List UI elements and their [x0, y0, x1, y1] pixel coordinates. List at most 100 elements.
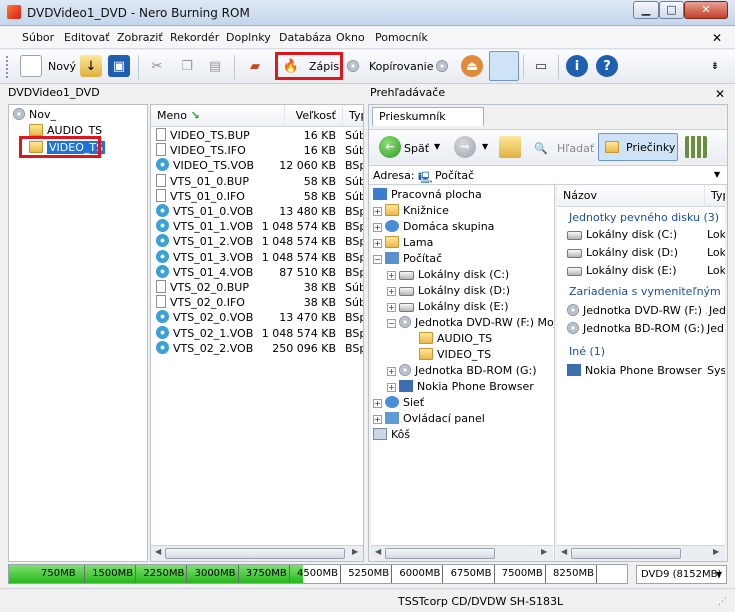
- expand-icon[interactable]: +: [373, 399, 382, 408]
- column-header-name[interactable]: Názov: [557, 185, 705, 207]
- file-row[interactable]: VTS_01_2.VOB 1 048 574 KB BSp: [151, 234, 363, 249]
- save-icon[interactable]: ▣: [108, 55, 130, 77]
- file-row[interactable]: VTS_01_3.VOB 1 048 574 KB BSp: [151, 249, 363, 265]
- tree-audio-ts[interactable]: AUDIO_TS: [419, 331, 492, 347]
- back-arrow-icon[interactable]: ←: [379, 136, 401, 158]
- copy-disc-label[interactable]: Kopírovanie: [369, 60, 434, 73]
- minimize-button[interactable]: ▁: [633, 1, 659, 19]
- tree-dvd-rw[interactable]: − Jednotka DVD-RW (F:) Mojse: [387, 315, 554, 331]
- group-removable[interactable]: Zariadenia s vymeniteľným ukladacím: [569, 285, 725, 298]
- eject-icon[interactable]: ⏏: [461, 55, 483, 77]
- open-icon[interactable]: ↓: [80, 55, 102, 77]
- expand-icon[interactable]: +: [387, 271, 396, 280]
- scroll-thumb[interactable]: [571, 548, 681, 559]
- list-item-disk-c[interactable]: Lokálny disk (C:) Lok: [567, 227, 725, 243]
- back-button-label[interactable]: Späť: [404, 142, 429, 155]
- new-button-label[interactable]: Nový: [48, 60, 76, 73]
- expand-icon[interactable]: +: [387, 303, 396, 312]
- scroll-right-icon[interactable]: ▶: [541, 547, 547, 556]
- tree-video-ts[interactable]: VIDEO_TS: [419, 347, 491, 363]
- menu-editovat[interactable]: Editovať: [64, 31, 110, 44]
- forward-dropdown-icon[interactable]: ▼: [482, 142, 488, 151]
- tree-disk-e[interactable]: + Lokálny disk (E:): [387, 299, 509, 315]
- collapse-icon[interactable]: −: [387, 319, 396, 328]
- tree-homegroup[interactable]: + Domáca skupina: [373, 219, 494, 235]
- folder-up-icon[interactable]: [499, 136, 521, 158]
- file-row[interactable]: VIDEO_TS.BUP 16 KB Súb: [151, 128, 363, 143]
- scroll-right-icon[interactable]: ▶: [713, 547, 719, 556]
- menu-okno[interactable]: Okno: [336, 31, 365, 44]
- copy-icon[interactable]: ❐: [176, 55, 198, 77]
- expand-icon[interactable]: +: [373, 223, 382, 232]
- tree-network[interactable]: + Sieť: [373, 395, 424, 411]
- column-header-type[interactable]: Typ: [343, 105, 363, 127]
- tree-libraries[interactable]: + Knižnice: [373, 203, 449, 219]
- search-icon[interactable]: 🔍: [534, 142, 548, 155]
- address-value[interactable]: Počítač: [435, 169, 474, 182]
- scroll-left-icon[interactable]: ◀: [375, 547, 381, 556]
- menu-databaza[interactable]: Databáza: [279, 31, 332, 44]
- list-item-bd-rom[interactable]: Jednotka BD-ROM (G:) Jed: [567, 321, 724, 337]
- menu-rekorder[interactable]: Rekordér: [170, 31, 219, 44]
- cut-icon[interactable]: ✂: [146, 55, 168, 77]
- file-row[interactable]: VTS_02_0.BUP 38 KB Súb: [151, 280, 363, 295]
- file-row[interactable]: VTS_01_0.BUP 58 KB Súb: [151, 173, 363, 189]
- search-button-label[interactable]: Hľadať: [557, 142, 594, 155]
- view-mode-icon[interactable]: [685, 136, 707, 158]
- scroll-thumb[interactable]: [385, 548, 495, 559]
- toolbar-overflow-icon[interactable]: ⇟: [708, 55, 722, 77]
- menu-zobrazit[interactable]: Zobraziť: [117, 31, 163, 44]
- tree-user[interactable]: + Lama: [373, 235, 433, 251]
- maximize-button[interactable]: □: [659, 1, 684, 19]
- help-icon[interactable]: ?: [596, 55, 618, 77]
- disc-info-icon[interactable]: [431, 55, 453, 77]
- list-item-nokia[interactable]: Nokia Phone Browser Sys: [567, 363, 725, 379]
- expand-icon[interactable]: +: [373, 239, 382, 248]
- paste-icon[interactable]: ▤: [204, 55, 226, 77]
- tree-nokia[interactable]: + Nokia Phone Browser: [387, 379, 534, 395]
- file-row[interactable]: VTS_01_1.VOB 1 048 574 KB BSp: [151, 219, 363, 234]
- file-row[interactable]: VTS_02_0.IFO 38 KB Súb: [151, 295, 363, 310]
- file-row[interactable]: VTS_01_0.IFO 58 KB Súb: [151, 188, 363, 204]
- file-row[interactable]: VTS_02_2.VOB 250 096 KB BSp: [151, 340, 363, 356]
- menu-subor[interactable]: Súbor: [22, 31, 54, 44]
- menu-doplnky[interactable]: Doplnky: [226, 31, 271, 44]
- back-dropdown-icon[interactable]: ▼: [434, 142, 440, 151]
- content-list-hscrollbar[interactable]: ◀ ▶: [557, 545, 725, 561]
- menu-pomocnik[interactable]: Pomocník: [375, 31, 428, 44]
- expand-icon[interactable]: +: [387, 383, 396, 392]
- file-row[interactable]: VTS_01_0.VOB 13 480 KB BSp: [151, 204, 363, 219]
- info-icon[interactable]: i: [566, 55, 588, 77]
- expand-icon[interactable]: +: [387, 367, 396, 376]
- column-header-type[interactable]: Typ: [705, 185, 725, 207]
- expand-icon[interactable]: +: [373, 207, 382, 216]
- tree-control-panel[interactable]: + Ovládací panel: [373, 411, 485, 427]
- scroll-left-icon[interactable]: ◀: [155, 547, 161, 556]
- tab-file-explorer[interactable]: Prieskumník súborov: [372, 107, 484, 141]
- list-item-disk-e[interactable]: Lokálny disk (E:) Lok: [567, 263, 725, 279]
- tree-desktop[interactable]: Pracovná plocha: [373, 187, 482, 203]
- document-close-icon[interactable]: ✕: [712, 31, 722, 45]
- disc-type-select[interactable]: DVD9 (8152MB) ▼: [636, 565, 727, 584]
- scroll-thumb[interactable]: [165, 548, 345, 559]
- address-dropdown-icon[interactable]: ▼: [714, 170, 720, 179]
- forward-arrow-icon[interactable]: →: [454, 136, 476, 158]
- close-button[interactable]: ✕: [684, 1, 728, 19]
- file-row[interactable]: VTS_01_4.VOB 87 510 KB BSp: [151, 264, 363, 280]
- list-item-disk-d[interactable]: Lokálny disk (D:) Lok: [567, 245, 725, 261]
- file-row[interactable]: VTS_02_1.VOB 1 048 574 KB BSp: [151, 325, 363, 341]
- browser-close-icon[interactable]: ✕: [715, 87, 725, 101]
- expand-icon[interactable]: +: [387, 287, 396, 296]
- tree-item-root[interactable]: Nov_: [13, 107, 56, 123]
- scroll-left-icon[interactable]: ◀: [561, 547, 567, 556]
- tree-recycle-bin[interactable]: Kôš: [373, 427, 410, 443]
- file-list-hscrollbar[interactable]: ◀ ▶: [151, 545, 363, 561]
- collapse-icon[interactable]: −: [373, 255, 382, 264]
- tree-disk-c[interactable]: + Lokálny disk (C:): [387, 267, 509, 283]
- copy-disc-icon[interactable]: [342, 55, 364, 77]
- new-document-icon[interactable]: [20, 55, 42, 77]
- tree-bd-rom[interactable]: + Jednotka BD-ROM (G:): [387, 363, 537, 379]
- file-row[interactable]: VIDEO_TS.VOB 12 060 KB BSp: [151, 158, 363, 173]
- list-item-dvd-rw[interactable]: Jednotka DVD-RW (F:) ... Jed: [567, 303, 725, 319]
- group-other[interactable]: Iné (1): [569, 345, 605, 358]
